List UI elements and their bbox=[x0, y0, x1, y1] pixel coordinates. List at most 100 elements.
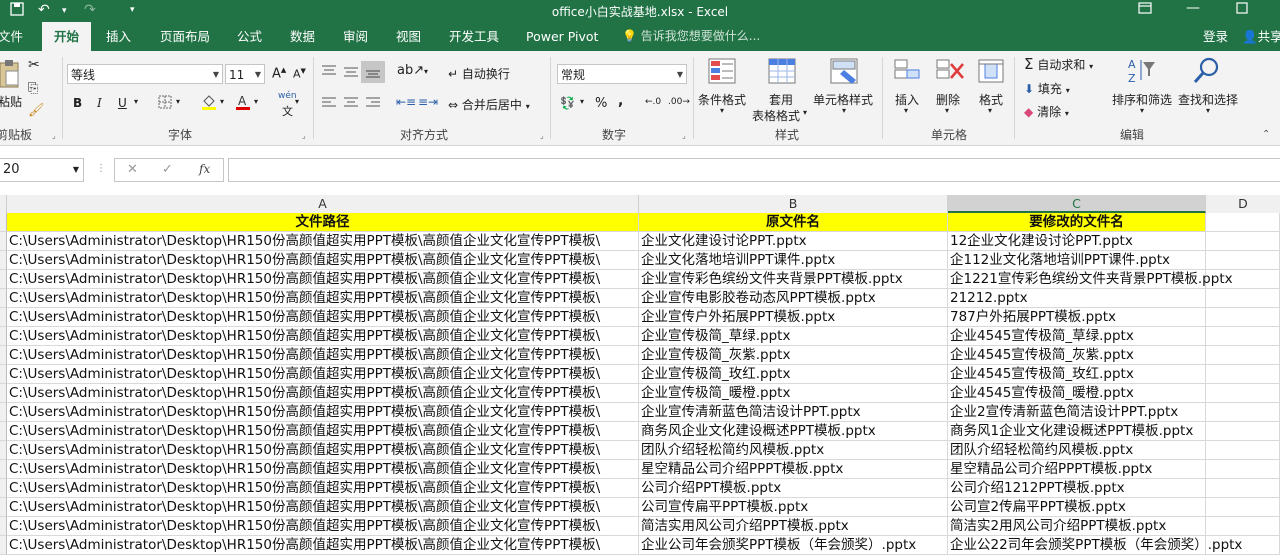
italic-button[interactable]: I bbox=[97, 96, 102, 110]
cell-original-name[interactable]: 企业文化建设讨论PPT.pptx bbox=[639, 232, 948, 251]
cell-new-name[interactable]: 企业4545宣传极简_草绿.pptx bbox=[948, 327, 1206, 346]
cell-file-path[interactable]: C:\Users\Administrator\Desktop\HR150份高颜值… bbox=[7, 422, 639, 441]
cell-original-name[interactable]: 企业公司年会颁奖PPT模板（年会颁奖）.pptx bbox=[639, 536, 948, 555]
increase-indent-icon[interactable]: ≡⇥ bbox=[418, 95, 438, 109]
column-header-b[interactable]: B bbox=[639, 195, 948, 213]
borders-dropdown-icon[interactable]: ▾ bbox=[176, 97, 180, 106]
autosum-dropdown-icon[interactable]: ▾ bbox=[1089, 62, 1093, 71]
select-all-corner[interactable] bbox=[0, 195, 7, 213]
fill-dropdown-icon[interactable]: ▾ bbox=[1066, 86, 1070, 95]
wrap-text-button[interactable]: ↵ 自动换行 bbox=[448, 65, 510, 82]
cell-original-name[interactable]: 公司宣传扁平PPT模板.pptx bbox=[639, 498, 948, 517]
tab-formulas[interactable]: 公式 bbox=[237, 22, 262, 51]
font-name-dropdown-icon[interactable]: ▼ bbox=[213, 65, 219, 85]
empty-cell[interactable] bbox=[1206, 346, 1280, 365]
cell-new-name[interactable]: 企1221宣传彩色缤纷文件夹背景PPT模板.pptx bbox=[948, 270, 1233, 289]
cell-original-name[interactable]: 简洁实用风公司介绍PPT模板.pptx bbox=[639, 517, 948, 536]
format-cells-dropdown-icon[interactable]: ▾ bbox=[988, 106, 992, 115]
font-color-dropdown-icon[interactable]: ▾ bbox=[254, 97, 258, 106]
row-header[interactable] bbox=[0, 251, 7, 270]
bold-button[interactable]: B bbox=[73, 96, 82, 110]
conditional-formatting-dropdown-icon[interactable]: ▾ bbox=[720, 106, 724, 115]
clipboard-launcher-icon[interactable]: ⌟ bbox=[52, 131, 56, 140]
tab-page-layout[interactable]: 页面布局 bbox=[160, 22, 210, 51]
cell-file-path[interactable]: C:\Users\Administrator\Desktop\HR150份高颜值… bbox=[7, 308, 639, 327]
orientation-dropdown-icon[interactable]: ▾ bbox=[424, 67, 428, 76]
autosum-button[interactable]: Σ 自动求和 ▾ bbox=[1024, 55, 1093, 73]
find-select-icon[interactable] bbox=[1192, 56, 1222, 84]
cell-original-name[interactable]: 公司介绍PPT模板.pptx bbox=[639, 479, 948, 498]
header-cell-original-name[interactable]: 原文件名 bbox=[639, 213, 948, 232]
grow-font-button[interactable]: A▲ bbox=[272, 66, 286, 81]
maximize-icon[interactable] bbox=[1236, 2, 1248, 18]
tab-file[interactable]: 文件 bbox=[0, 22, 23, 51]
cell-new-name[interactable]: 简洁实2用风公司介绍PPT模板.pptx bbox=[948, 517, 1206, 536]
cell-original-name[interactable]: 企业宣传彩色缤纷文件夹背景PPT模板.pptx bbox=[639, 270, 948, 289]
align-left-icon[interactable] bbox=[321, 96, 337, 111]
cell-new-name[interactable]: 团队介绍轻松简约风模板.pptx bbox=[948, 441, 1206, 460]
empty-cell[interactable] bbox=[1206, 498, 1280, 517]
row-header[interactable] bbox=[0, 536, 7, 555]
cell-original-name[interactable]: 企业宣传极简_草绿.pptx bbox=[639, 327, 948, 346]
clear-dropdown-icon[interactable]: ▾ bbox=[1065, 109, 1069, 118]
header-cell-path[interactable]: 文件路径 bbox=[7, 213, 639, 232]
empty-cell[interactable] bbox=[1206, 232, 1280, 251]
cell-file-path[interactable]: C:\Users\Administrator\Desktop\HR150份高颜值… bbox=[7, 460, 639, 479]
header-cell-new-name[interactable]: 要修改的文件名 bbox=[948, 213, 1206, 232]
align-right-icon[interactable] bbox=[365, 96, 381, 111]
collapse-ribbon-icon[interactable]: ⌃ bbox=[1262, 129, 1270, 140]
empty-cell[interactable] bbox=[1206, 308, 1280, 327]
row-header[interactable] bbox=[0, 346, 7, 365]
font-name-combo[interactable]: 等线 ▼ bbox=[67, 64, 223, 84]
empty-cell[interactable] bbox=[1206, 536, 1280, 555]
insert-cells-dropdown-icon[interactable]: ▾ bbox=[904, 106, 908, 115]
tab-power-pivot[interactable]: Power Pivot bbox=[526, 22, 598, 51]
cell-original-name[interactable]: 团队介绍轻松简约风模板.pptx bbox=[639, 441, 948, 460]
merge-center-button[interactable]: ⇔ 合并后居中 ▾ bbox=[448, 96, 530, 113]
cancel-entry-button[interactable]: ✕ bbox=[127, 162, 138, 177]
underline-dropdown-icon[interactable]: ▾ bbox=[134, 97, 138, 106]
tab-home[interactable]: 开始 bbox=[42, 22, 91, 51]
decrease-decimal-icon[interactable]: .00→ bbox=[668, 97, 690, 107]
minimize-icon[interactable]: — bbox=[1186, 0, 1200, 16]
row-header[interactable] bbox=[0, 365, 7, 384]
cell-new-name[interactable]: 企业公22司年会颁奖PPT模板（年会颁奖）.pptx bbox=[948, 536, 1242, 555]
phonetic-dropdown-icon[interactable]: ▾ bbox=[295, 97, 299, 106]
align-bottom-button[interactable] bbox=[361, 61, 385, 83]
cell-new-name[interactable]: 星空精品公司介绍PPPT模板.pptx bbox=[948, 460, 1206, 479]
tab-developer[interactable]: 开发工具 bbox=[449, 22, 499, 51]
cell-file-path[interactable]: C:\Users\Administrator\Desktop\HR150份高颜值… bbox=[7, 346, 639, 365]
cell-new-name[interactable]: 企业4545宣传极简_玫红.pptx bbox=[948, 365, 1206, 384]
cell-original-name[interactable]: 商务风企业文化建设概述PPT模板.pptx bbox=[639, 422, 948, 441]
format-as-table-icon[interactable] bbox=[768, 58, 798, 86]
empty-cell[interactable] bbox=[1206, 327, 1280, 346]
number-format-combo[interactable]: 常规 ▼ bbox=[557, 64, 687, 84]
cell-original-name[interactable]: 企业宣传极简_灰紫.pptx bbox=[639, 346, 948, 365]
empty-cell[interactable] bbox=[1206, 479, 1280, 498]
row-header[interactable] bbox=[0, 289, 7, 308]
cell-file-path[interactable]: C:\Users\Administrator\Desktop\HR150份高颜值… bbox=[7, 403, 639, 422]
name-box[interactable]: 20 ▼ bbox=[0, 158, 84, 182]
tab-data[interactable]: 数据 bbox=[290, 22, 315, 51]
cell-original-name[interactable]: 企业宣传户外拓展PPT模板.pptx bbox=[639, 308, 948, 327]
sort-filter-dropdown-icon[interactable]: ▾ bbox=[1140, 106, 1144, 115]
align-top-icon[interactable] bbox=[321, 64, 337, 81]
font-launcher-icon[interactable]: ⌟ bbox=[302, 131, 306, 140]
fill-button[interactable]: ⬇ 填充 ▾ bbox=[1024, 80, 1070, 97]
insert-function-button[interactable]: fx bbox=[199, 162, 210, 176]
row-header[interactable] bbox=[0, 232, 7, 251]
accounting-format-icon[interactable]: 💱 bbox=[560, 96, 575, 110]
row-header[interactable] bbox=[0, 213, 7, 232]
empty-cell[interactable] bbox=[1206, 384, 1280, 403]
cell-file-path[interactable]: C:\Users\Administrator\Desktop\HR150份高颜值… bbox=[7, 498, 639, 517]
delete-cells-icon[interactable] bbox=[935, 58, 965, 86]
number-format-dropdown-icon[interactable]: ▼ bbox=[677, 65, 683, 85]
empty-cell[interactable] bbox=[1206, 213, 1280, 232]
font-size-dropdown-icon[interactable]: ▼ bbox=[255, 65, 261, 85]
cell-new-name[interactable]: 企业2宣传清新蓝色简洁设计PPT.pptx bbox=[948, 403, 1206, 422]
align-center-icon[interactable] bbox=[343, 96, 359, 111]
cell-original-name[interactable]: 星空精品公司介绍PPPT模板.pptx bbox=[639, 460, 948, 479]
merge-dropdown-icon[interactable]: ▾ bbox=[526, 102, 530, 111]
empty-cell[interactable] bbox=[1206, 422, 1280, 441]
paste-label[interactable]: 粘贴 bbox=[0, 93, 22, 110]
